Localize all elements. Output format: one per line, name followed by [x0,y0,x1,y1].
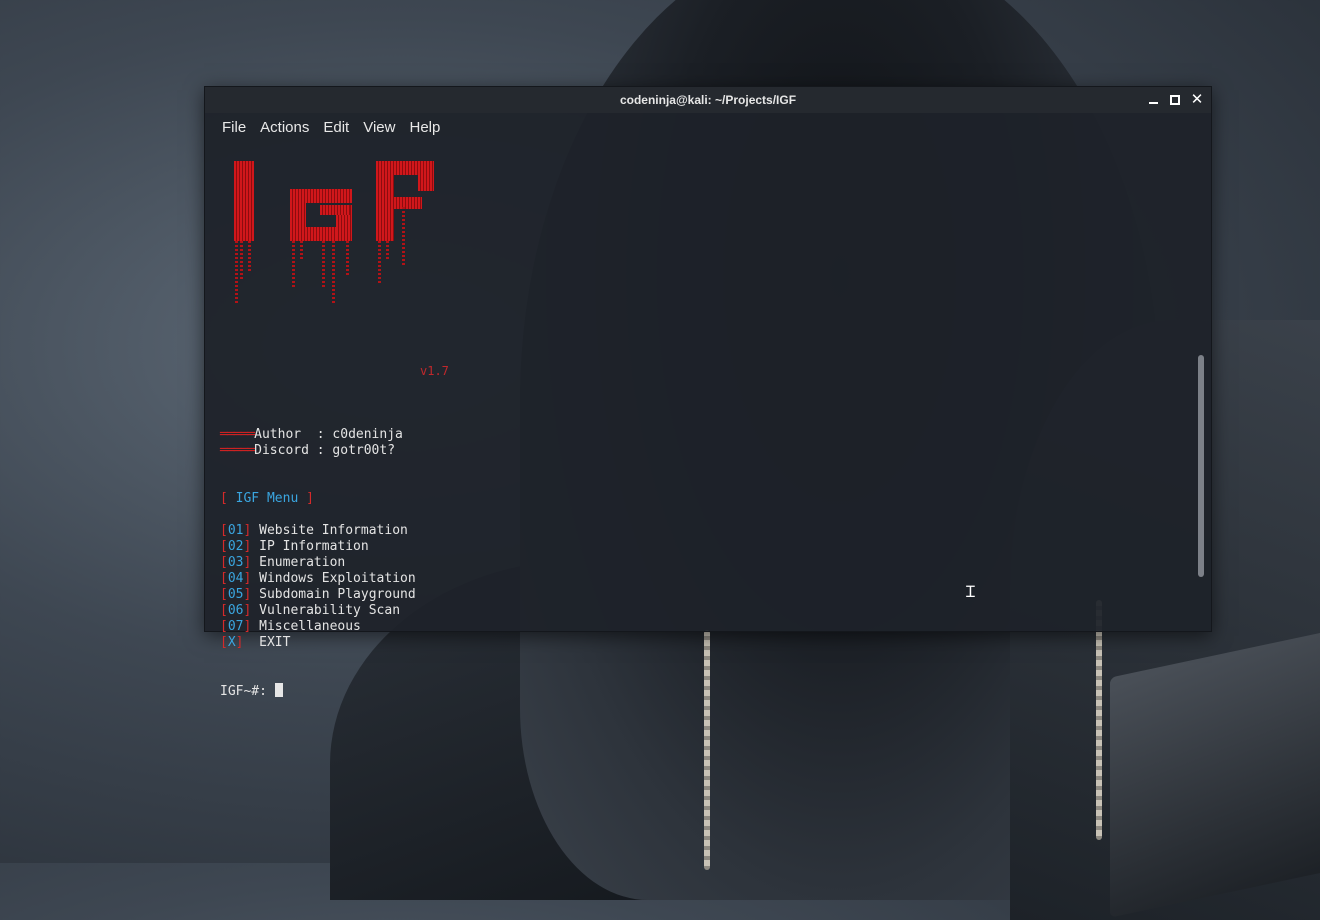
line-decoration: ═════ [220,427,255,442]
ibeam-cursor-icon: Ɪ [966,582,975,601]
menu-option: [06] Vulnerability Scan [220,603,401,618]
menu-help[interactable]: Help [402,115,447,140]
terminal-output[interactable]: v1.7 ═════Author : c0deninja ═════Discor… [220,141,1190,699]
menu-edit[interactable]: Edit [316,115,356,140]
line-decoration: ═════ [220,443,255,458]
version-label: v1.7 [420,364,449,378]
menu-option: [03] Enumeration [220,555,346,570]
menu-actions[interactable]: Actions [253,115,316,140]
wallpaper-hoodie-string [704,630,710,870]
close-icon: ✕ [1190,91,1204,108]
menu-option: [04] Windows Exploitation [220,571,416,586]
menu-view[interactable]: View [356,115,402,140]
discord-line: ═════Discord : gotr00t? [220,443,396,458]
menu-option-exit: [X] EXIT [220,635,291,650]
menu-option: [01] Website Information [220,523,408,538]
author-line: ═════Author : c0deninja [220,427,403,442]
maximize-button[interactable] [1167,92,1183,108]
command-prompt[interactable]: IGF~#: [220,683,283,700]
menu-heading: [ IGF Menu ] [220,491,314,506]
scrollbar[interactable] [1198,143,1204,629]
text-cursor [274,683,283,697]
menu-option: [02] IP Information [220,539,369,554]
menu-file[interactable]: File [215,115,253,140]
menu-bar: File Actions Edit View Help [205,113,1211,141]
prompt-text: IGF~#: [220,684,275,699]
title-bar[interactable]: codeninja@kali: ~/Projects/IGF ✕ [205,87,1211,113]
igf-ascii-logo [226,161,436,303]
scrollbar-thumb[interactable] [1198,355,1204,577]
window-title: codeninja@kali: ~/Projects/IGF [619,93,797,107]
menu-option: [05] Subdomain Playground [220,587,416,602]
minimize-button[interactable] [1145,92,1161,108]
maximize-icon [1170,95,1180,105]
menu-option: [07] Miscellaneous [220,619,361,634]
minimize-icon [1148,102,1158,104]
wallpaper-hoodie-string [1096,600,1102,840]
close-button[interactable]: ✕ [1189,92,1205,108]
terminal-window: codeninja@kali: ~/Projects/IGF ✕ File Ac… [204,86,1212,699]
